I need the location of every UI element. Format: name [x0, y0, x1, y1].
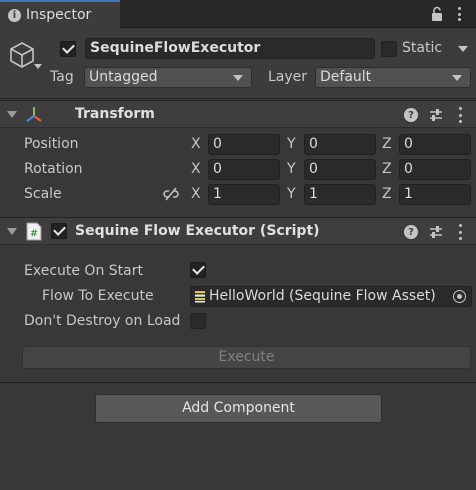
- scale-z-label[interactable]: Z: [382, 186, 392, 202]
- dont-destroy-checkbox[interactable]: [190, 313, 206, 329]
- inspector-tab[interactable]: i Inspector: [0, 0, 120, 28]
- presets-icon[interactable]: [429, 108, 443, 122]
- help-icon[interactable]: ?: [404, 225, 418, 239]
- position-x-field[interactable]: 0: [208, 134, 280, 155]
- component-menu-icon[interactable]: [457, 107, 463, 123]
- position-y-field[interactable]: 0: [304, 134, 376, 155]
- scale-label: Scale: [24, 186, 62, 202]
- execute-button[interactable]: Execute: [22, 346, 471, 369]
- lock-icon[interactable]: [430, 6, 444, 22]
- execute-on-start-label: Execute On Start: [24, 263, 143, 279]
- tab-bar: i Inspector: [0, 0, 476, 28]
- position-z-field[interactable]: 0: [399, 134, 471, 155]
- position-label: Position: [24, 136, 79, 152]
- scale-z-field[interactable]: 1: [399, 184, 471, 205]
- constrain-proportions-icon[interactable]: [163, 186, 179, 202]
- rotation-z-label[interactable]: Z: [382, 161, 392, 177]
- layer-label: Layer: [268, 69, 308, 85]
- scale-x-field[interactable]: 1: [208, 184, 280, 205]
- script-component-title: Sequine Flow Executor (Script): [75, 223, 320, 239]
- script-enabled-checkbox[interactable]: [51, 223, 67, 239]
- component-menu-icon[interactable]: [457, 224, 463, 240]
- inspector-tab-label: Inspector: [26, 7, 92, 23]
- gameobject-active-checkbox[interactable]: [60, 41, 76, 57]
- flow-to-execute-field[interactable]: HelloWorld (Sequine Flow Asset): [190, 286, 472, 307]
- execute-on-start-checkbox[interactable]: [190, 262, 206, 278]
- position-x-label[interactable]: X: [191, 136, 201, 152]
- rotation-y-label[interactable]: Y: [287, 161, 296, 177]
- foldout-arrow-icon[interactable]: [7, 228, 17, 235]
- rotation-label: Rotation: [24, 161, 83, 177]
- layer-dropdown[interactable]: Default: [315, 67, 471, 88]
- flow-to-execute-label: Flow To Execute: [42, 288, 154, 304]
- help-icon[interactable]: ?: [404, 108, 418, 122]
- csharp-script-icon: #: [26, 222, 42, 241]
- foldout-arrow-icon[interactable]: [7, 111, 17, 118]
- script-component-header[interactable]: # Sequine Flow Executor (Script) ?: [0, 217, 476, 245]
- gameobject-name-field[interactable]: SequineFlowExecutor: [85, 38, 375, 59]
- more-options-icon[interactable]: [456, 7, 462, 21]
- rotation-x-label[interactable]: X: [191, 161, 201, 177]
- tag-dropdown[interactable]: Untagged: [84, 67, 252, 88]
- flow-asset-icon: [195, 291, 205, 303]
- static-checkbox[interactable]: [381, 41, 397, 57]
- transform-title: Transform: [75, 106, 155, 122]
- scale-x-label[interactable]: X: [191, 186, 201, 202]
- dont-destroy-label: Don't Destroy on Load: [24, 313, 181, 329]
- flow-to-execute-value: HelloWorld (Sequine Flow Asset): [209, 288, 436, 304]
- icon-dropdown-arrow-icon[interactable]: [34, 64, 42, 69]
- scale-y-field[interactable]: 1: [304, 184, 376, 205]
- svg-text:#: #: [30, 229, 38, 239]
- tag-label: Tag: [50, 69, 74, 85]
- static-label: Static: [402, 40, 443, 56]
- gameobject-cube-icon[interactable]: [8, 41, 36, 69]
- add-component-button[interactable]: Add Component: [95, 394, 382, 423]
- rotation-z-field[interactable]: 0: [399, 159, 471, 180]
- position-y-label[interactable]: Y: [287, 136, 296, 152]
- object-picker-icon[interactable]: [453, 290, 466, 303]
- transform-icon: [26, 107, 42, 122]
- divider: [0, 382, 476, 383]
- static-dropdown-icon[interactable]: [458, 46, 468, 52]
- presets-icon[interactable]: [429, 225, 443, 239]
- rotation-y-field[interactable]: 0: [304, 159, 376, 180]
- rotation-x-field[interactable]: 0: [208, 159, 280, 180]
- info-icon: i: [8, 8, 21, 22]
- scale-y-label[interactable]: Y: [287, 186, 296, 202]
- transform-header[interactable]: Transform ?: [0, 100, 476, 128]
- position-z-label[interactable]: Z: [382, 136, 392, 152]
